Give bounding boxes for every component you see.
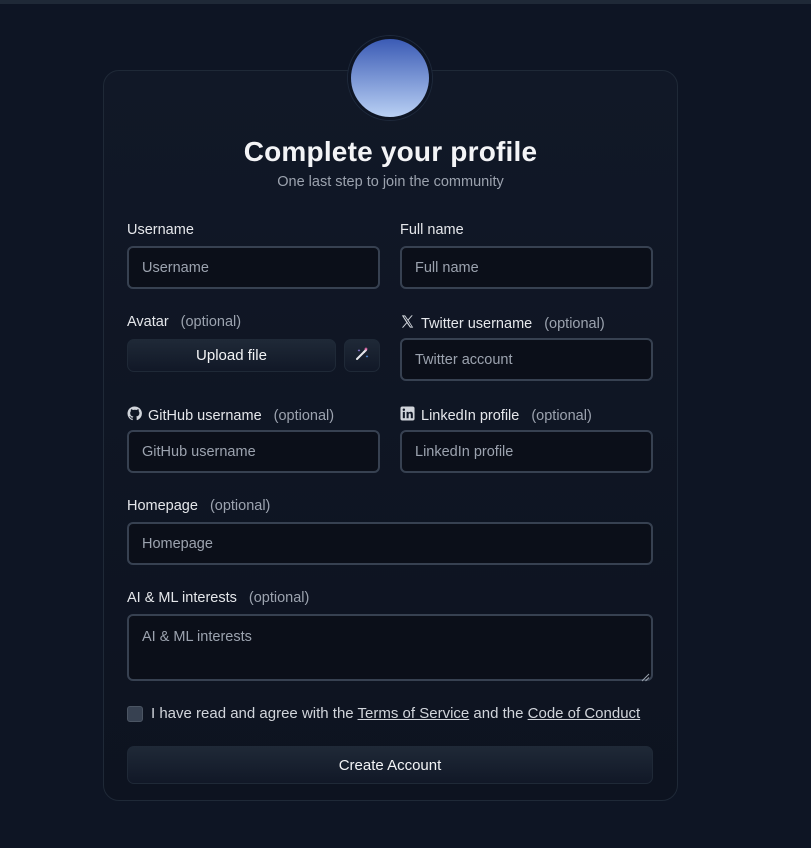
agreement-text: I have read and agree with the Terms of … [151, 705, 640, 722]
username-label: Username [127, 222, 194, 238]
magic-wand-icon [354, 346, 370, 365]
agree-checkbox[interactable] [127, 706, 143, 722]
upload-file-button[interactable]: Upload file [127, 339, 336, 372]
avatar-preview [348, 36, 432, 120]
generate-avatar-button[interactable] [344, 339, 380, 372]
github-label: GitHub username (optional) [127, 406, 334, 425]
github-label-text: GitHub username [148, 407, 262, 424]
page-title: Complete your profile [243, 136, 538, 167]
fullname-label: Full name [400, 222, 464, 238]
interests-textarea[interactable] [127, 614, 653, 681]
username-label-text: Username [127, 222, 194, 238]
resize-handle-icon[interactable] [640, 669, 650, 682]
homepage-label-text: Homepage [127, 498, 198, 514]
homepage-input[interactable] [127, 522, 653, 565]
terms-of-service-link[interactable]: Terms of Service [358, 705, 470, 722]
create-account-button[interactable]: Create Account [127, 746, 653, 784]
linkedin-label-text: LinkedIn profile [421, 407, 520, 424]
avatar-label-text: Avatar [127, 314, 169, 330]
homepage-label: Homepage (optional) [127, 498, 270, 514]
twitter-label: Twitter username (optional) [400, 314, 605, 333]
homepage-optional-tag: (optional) [209, 498, 271, 514]
username-input[interactable] [127, 246, 380, 289]
github-icon [127, 406, 142, 425]
linkedin-label: LinkedIn profile (optional) [400, 406, 592, 425]
interests-label: AI & ML interests (optional) [127, 590, 309, 606]
twitter-label-text: Twitter username [421, 315, 533, 332]
agreement-middle: and the [473, 705, 524, 722]
interests-label-text: AI & ML interests [127, 590, 237, 606]
fullname-label-text: Full name [400, 222, 464, 238]
github-input[interactable] [127, 430, 380, 473]
code-of-conduct-link[interactable]: Code of Conduct [528, 705, 641, 722]
twitter-optional-tag: (optional) [544, 315, 605, 332]
github-optional-tag: (optional) [273, 407, 335, 424]
agreement-prefix: I have read and agree with the [151, 705, 354, 722]
x-logo-icon [400, 314, 415, 333]
linkedin-input[interactable] [400, 430, 653, 473]
linkedin-optional-tag: (optional) [531, 407, 592, 424]
interests-optional-tag: (optional) [248, 590, 310, 606]
twitter-input[interactable] [400, 338, 653, 381]
linkedin-icon [400, 406, 415, 425]
avatar-label: Avatar (optional) [127, 314, 241, 330]
page-subtitle: One last step to join the community [277, 174, 504, 190]
fullname-input[interactable] [400, 246, 653, 289]
avatar-optional-tag: (optional) [180, 314, 242, 330]
